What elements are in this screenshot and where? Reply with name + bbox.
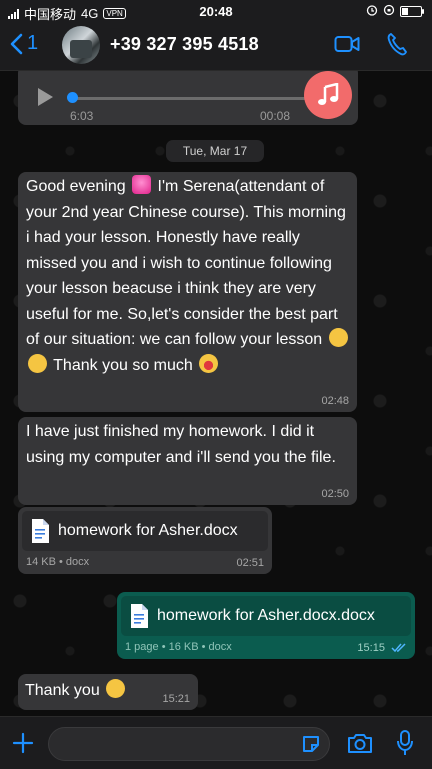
sparkling-heart-emoji xyxy=(132,175,152,194)
message-text-part: I'm Serena(attendant of your 2nd year Ch… xyxy=(26,178,346,348)
audio-badge xyxy=(304,71,352,119)
video-call-icon xyxy=(334,36,360,52)
document-filename: homework for Asher.docx.docx xyxy=(157,607,375,624)
video-call-button[interactable] xyxy=(334,34,360,59)
message-time: 15:15 xyxy=(357,642,385,654)
microphone-icon xyxy=(397,730,413,755)
music-note-icon xyxy=(318,83,339,105)
read-ticks-icon xyxy=(391,643,406,653)
chat-header: 1 +39 327 395 4518 xyxy=(0,22,432,71)
message-time: 02:51 xyxy=(236,557,264,569)
message-text: Thank you xyxy=(25,678,127,704)
smiling-face-emoji xyxy=(106,679,126,698)
play-icon xyxy=(38,88,53,106)
voice-call-button[interactable] xyxy=(386,32,408,61)
sticker-button[interactable] xyxy=(301,734,321,759)
message-text: I have just finished my homework. I did … xyxy=(26,423,336,466)
document-message-incoming[interactable]: homework for Asher.docx 14 KB • docx 02:… xyxy=(18,507,272,574)
back-button[interactable]: 1 xyxy=(10,32,38,55)
message-bubble-incoming[interactable]: I have just finished my homework. I did … xyxy=(18,417,357,505)
message-input[interactable] xyxy=(48,727,330,761)
camera-icon xyxy=(348,734,372,753)
message-list[interactable]: 6:03 00:08 Tue, Mar 17 Good evening I'm … xyxy=(0,71,432,716)
phone-icon xyxy=(387,33,407,56)
plus-icon xyxy=(12,732,34,754)
audio-elapsed: 6:03 xyxy=(70,109,94,123)
contact-avatar[interactable] xyxy=(62,26,100,64)
document-filename: homework for Asher.docx xyxy=(58,522,238,539)
smiling-face-emoji xyxy=(28,353,47,373)
message-time: 02:48 xyxy=(321,395,349,407)
alarm-icon xyxy=(366,4,378,19)
play-button[interactable] xyxy=(36,87,54,112)
document-icon xyxy=(131,604,148,628)
message-text-part: Good evening xyxy=(26,178,126,195)
attach-button[interactable] xyxy=(12,732,34,759)
message-bubble-incoming[interactable]: Good evening I'm Serena(attendant of you… xyxy=(18,172,357,412)
message-time: 02:50 xyxy=(321,488,349,500)
date-separator: Tue, Mar 17 xyxy=(166,140,264,162)
camera-button[interactable] xyxy=(347,732,373,759)
contact-name[interactable]: +39 327 395 4518 xyxy=(110,34,259,55)
audio-progress-track[interactable] xyxy=(70,97,308,100)
document-message-outgoing[interactable]: homework for Asher.docx.docx 1 page • 16… xyxy=(117,592,415,659)
audio-duration: 00:08 xyxy=(259,109,290,123)
message-time: 15:21 xyxy=(162,693,190,705)
document-meta: 1 page • 16 KB • docx xyxy=(125,641,232,653)
message-text-part: Thank you xyxy=(25,682,100,699)
message-status: 15:15 xyxy=(357,642,407,654)
message-bubble-incoming[interactable]: Thank you 15:21 xyxy=(18,674,198,710)
sticker-icon xyxy=(303,736,319,752)
battery-icon xyxy=(400,6,424,17)
document-icon xyxy=(32,519,49,543)
document-meta: 14 KB • docx xyxy=(26,556,90,568)
heart-eyes-emoji xyxy=(199,353,219,373)
message-text-part: Thank you so much xyxy=(53,356,193,374)
partying-face-emoji xyxy=(328,328,348,347)
audio-message[interactable]: 6:03 00:08 xyxy=(18,71,358,125)
document-preview[interactable]: homework for Asher.docx.docx xyxy=(121,596,411,636)
status-bar: 中国移动 4G VPN 20:48 xyxy=(0,0,432,22)
microphone-button[interactable] xyxy=(396,729,414,762)
audio-progress-handle[interactable] xyxy=(67,92,78,103)
back-chevron-icon xyxy=(10,33,23,54)
rotation-lock-icon xyxy=(383,4,395,19)
unread-count: 1 xyxy=(27,32,39,54)
document-preview[interactable]: homework for Asher.docx xyxy=(22,511,268,551)
message-text: Good evening I'm Serena(attendant of you… xyxy=(26,174,351,378)
composer-bar xyxy=(0,716,432,769)
